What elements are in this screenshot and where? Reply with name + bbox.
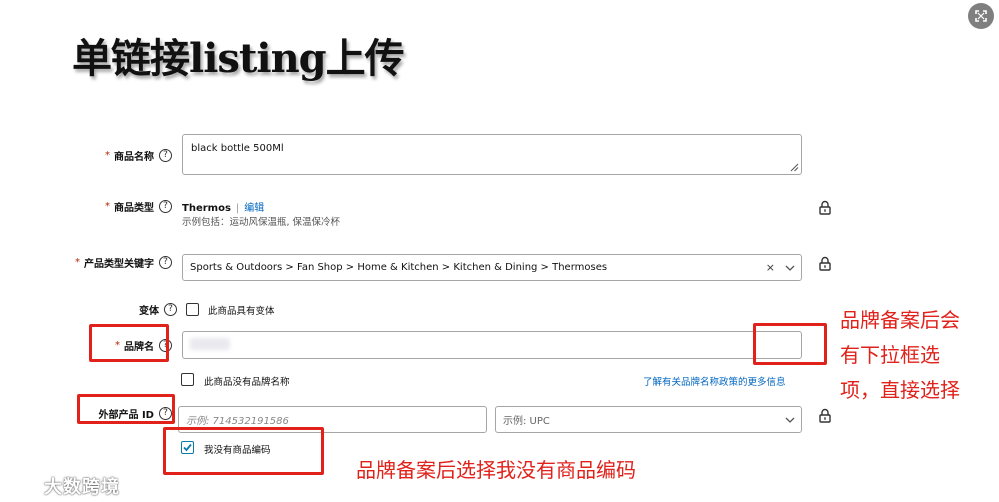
slide-title: 单链接listing上传 [72, 35, 405, 82]
lock-icon [819, 408, 831, 423]
variation-checkbox[interactable] [186, 303, 199, 316]
clear-icon[interactable]: × [766, 255, 775, 280]
type-keyword-select[interactable]: Sports & Outdoors > Fan Shop > Home & Ki… [182, 254, 802, 281]
chevron-down-icon [785, 265, 795, 271]
product-type-value: Thermos | 编辑 [182, 203, 265, 214]
brand-note-line-3: 项，直接选择 [840, 378, 960, 402]
resize-grip-icon[interactable] [790, 163, 799, 172]
chevron-down-icon [785, 417, 795, 423]
brand-label-highlight [89, 324, 169, 362]
expand-icon [975, 10, 987, 22]
blurred-brand-value [190, 338, 230, 350]
no-code-highlight [163, 427, 324, 475]
brand-name-input[interactable] [182, 331, 802, 359]
help-icon[interactable]: ? [159, 255, 172, 269]
external-id-highlight [77, 394, 175, 424]
type-keyword-label: * 产品类型关键字 ? [40, 254, 172, 270]
help-icon[interactable]: ? [159, 199, 172, 213]
lock-icon [819, 256, 831, 271]
product-type-label: * 商品类型 ? [60, 198, 172, 214]
watermark: 大数跨境 [8, 473, 120, 499]
no-brand-checkbox[interactable] [181, 373, 194, 386]
brand-note-line-2: 有下拉框选 [840, 343, 940, 367]
brand-note-line-1: 品牌备案后会 [840, 308, 960, 332]
brand-policy-link[interactable]: 了解有关品牌名称政策的更多信息 [643, 374, 786, 388]
product-type-hint: 示例包括：运动风保温瓶, 保温保冷杯 [182, 217, 341, 228]
help-icon[interactable]: ? [164, 302, 177, 316]
item-name-label: * 商品名称 ? [60, 147, 172, 163]
item-name-textarea[interactable]: black bottle 500Ml [182, 134, 802, 175]
external-id-type-select[interactable]: 示例: UPC [495, 406, 802, 433]
edit-product-type-link[interactable]: 编辑 [244, 203, 264, 214]
no-brand-checkbox-label: 此商品没有品牌名称 [204, 377, 290, 388]
bottom-note: 品牌备案后选择我没有商品编码 [356, 458, 636, 482]
variation-checkbox-label: 此商品具有变体 [208, 306, 275, 317]
variation-label: 变体 ? [60, 301, 177, 317]
help-icon[interactable]: ? [159, 148, 172, 162]
lock-icon [819, 200, 831, 215]
brand-logo-icon [9, 479, 43, 493]
expand-button[interactable] [968, 3, 994, 29]
brand-dropdown-highlight [753, 323, 827, 365]
